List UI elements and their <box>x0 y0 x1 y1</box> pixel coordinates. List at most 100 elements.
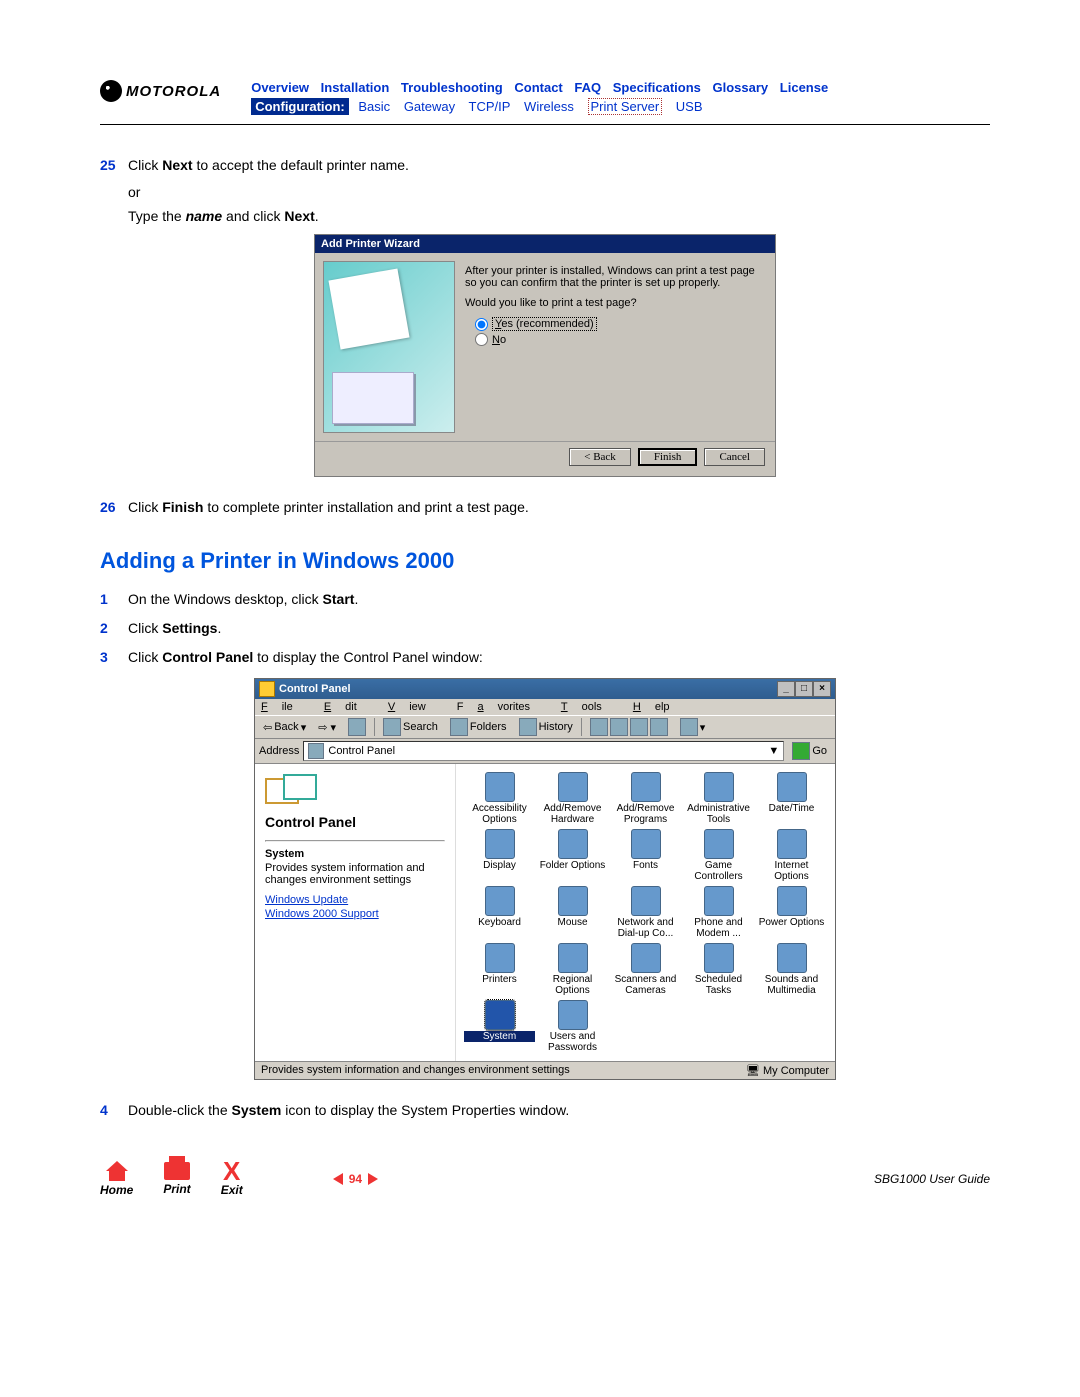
cp-item-date-time[interactable]: Date/Time <box>756 772 827 825</box>
cp-item-scanners-and-cameras[interactable]: Scanners and Cameras <box>610 943 681 996</box>
cp-item-icon <box>485 1000 515 1030</box>
cp-item-label: Display <box>464 860 535 871</box>
footer-exit[interactable]: X Exit <box>221 1161 243 1197</box>
cp-menubar: File Edit View Favorites Tools Help <box>255 699 835 715</box>
cp-item-mouse[interactable]: Mouse <box>537 886 608 939</box>
step-number: 2 <box>100 618 128 639</box>
text: Click <box>128 157 162 173</box>
cp-item-label: Accessibility Options <box>464 803 535 825</box>
tb-forward[interactable]: ⇨ ▾ <box>314 721 340 734</box>
cp-item-regional-options[interactable]: Regional Options <box>537 943 608 996</box>
tool-icon <box>630 718 648 736</box>
menu-favorites[interactable]: Favorites <box>457 701 544 713</box>
tool-icon <box>650 718 668 736</box>
nav-troubleshooting[interactable]: Troubleshooting <box>401 80 503 95</box>
tb-search[interactable]: Search <box>379 718 442 736</box>
cp-item-icon <box>777 943 807 973</box>
nav-tcpip[interactable]: TCP/IP <box>469 99 511 114</box>
cp-item-printers[interactable]: Printers <box>464 943 535 996</box>
radio-no[interactable] <box>475 333 488 346</box>
cp-item-fonts[interactable]: Fonts <box>610 829 681 882</box>
step-4: 4 Double-click the System icon to displa… <box>100 1100 990 1121</box>
go-button[interactable]: Go <box>788 742 831 760</box>
tb-views[interactable]: ▾ <box>676 718 710 736</box>
page-navigator: 94 <box>333 1172 378 1186</box>
cp-item-keyboard[interactable]: Keyboard <box>464 886 535 939</box>
print-icon <box>164 1162 190 1180</box>
footer-print[interactable]: Print <box>163 1162 190 1196</box>
wizard-titlebar: Add Printer Wizard <box>315 235 775 253</box>
cp-item-internet-options[interactable]: Internet Options <box>756 829 827 882</box>
section-heading: Adding a Printer in Windows 2000 <box>100 548 990 574</box>
steps-continued: 25 Click Next to accept the default prin… <box>100 155 990 224</box>
cp-item-icon <box>485 772 515 802</box>
cp-item-network-and-dial-up-co[interactable]: Network and Dial-up Co... <box>610 886 681 939</box>
minimize-button[interactable]: _ <box>777 681 795 697</box>
cp-item-users-and-passwords[interactable]: Users and Passwords <box>537 1000 608 1053</box>
address-field[interactable]: Control Panel ▼ <box>303 741 784 761</box>
views-icon <box>680 718 698 736</box>
guide-title: SBG1000 User Guide <box>874 1172 990 1186</box>
nav-installation[interactable]: Installation <box>321 80 390 95</box>
cp-item-sounds-and-multimedia[interactable]: Sounds and Multimedia <box>756 943 827 996</box>
menu-help[interactable]: Help <box>633 701 684 713</box>
back-button[interactable]: < Back <box>569 448 631 466</box>
cp-item-administrative-tools[interactable]: Administrative Tools <box>683 772 754 825</box>
tb-history[interactable]: History <box>515 718 577 736</box>
nav-gateway[interactable]: Gateway <box>404 99 455 114</box>
footer-home[interactable]: Home <box>100 1161 133 1197</box>
radio-yes[interactable] <box>475 318 488 331</box>
cp-side-icon <box>265 774 313 806</box>
cp-item-add-remove-programs[interactable]: Add/Remove Programs <box>610 772 681 825</box>
text: . <box>217 620 221 636</box>
nav-overview[interactable]: Overview <box>251 80 309 95</box>
cancel-button[interactable]: Cancel <box>704 448 765 466</box>
nav-faq[interactable]: FAQ <box>574 80 601 95</box>
nav-specifications[interactable]: Specifications <box>613 80 701 95</box>
tb-extra-icons[interactable] <box>586 718 672 736</box>
cp-item-game-controllers[interactable]: Game Controllers <box>683 829 754 882</box>
prev-page-icon[interactable] <box>333 1173 343 1185</box>
text: and click <box>222 208 284 224</box>
brand-name: MOTOROLA <box>126 83 221 100</box>
cp-item-icon <box>777 886 807 916</box>
finish-button[interactable]: Finish <box>638 448 698 466</box>
link-windows-update[interactable]: Windows Update <box>265 894 445 906</box>
cp-item-accessibility-options[interactable]: Accessibility Options <box>464 772 535 825</box>
nav-license[interactable]: License <box>780 80 828 95</box>
menu-file[interactable]: File <box>261 701 307 713</box>
wizard-illustration <box>323 261 455 433</box>
maximize-button[interactable]: □ <box>795 681 813 697</box>
page-footer: Home Print X Exit 94 SBG1000 User Guide <box>100 1161 990 1197</box>
cp-item-label: Scanners and Cameras <box>610 974 681 996</box>
option-yes[interactable]: Yes (recommended) <box>475 317 757 331</box>
option-no[interactable]: No <box>475 333 757 346</box>
menu-view[interactable]: View <box>388 701 440 713</box>
link-w2k-support[interactable]: Windows 2000 Support <box>265 908 445 920</box>
cp-item-phone-and-modem[interactable]: Phone and Modem ... <box>683 886 754 939</box>
address-label: Address <box>259 745 299 757</box>
menu-tools[interactable]: Tools <box>561 701 616 713</box>
nav-wireless[interactable]: Wireless <box>524 99 574 114</box>
tb-up[interactable] <box>344 718 370 736</box>
cp-item-add-remove-hardware[interactable]: Add/Remove Hardware <box>537 772 608 825</box>
cp-item-system[interactable]: System <box>464 1000 535 1053</box>
cp-item-folder-options[interactable]: Folder Options <box>537 829 608 882</box>
nav-print-server[interactable]: Print Server <box>588 98 663 115</box>
nav-glossary[interactable]: Glossary <box>713 80 769 95</box>
cp-item-icon <box>631 772 661 802</box>
cp-item-scheduled-tasks[interactable]: Scheduled Tasks <box>683 943 754 996</box>
tb-back[interactable]: ⇦ Back ▾ <box>259 721 310 734</box>
nav-configuration-label: Configuration: <box>251 98 349 115</box>
close-button[interactable]: × <box>813 681 831 697</box>
opt-yes-text: es (recommended) <box>501 318 593 330</box>
menu-edit[interactable]: Edit <box>324 701 371 713</box>
nav-basic[interactable]: Basic <box>358 99 390 114</box>
step-3: 3 Click Control Panel to display the Con… <box>100 647 990 668</box>
next-page-icon[interactable] <box>368 1173 378 1185</box>
cp-item-power-options[interactable]: Power Options <box>756 886 827 939</box>
nav-usb[interactable]: USB <box>676 99 703 114</box>
nav-contact[interactable]: Contact <box>514 80 562 95</box>
tb-folders[interactable]: Folders <box>446 718 511 736</box>
cp-item-display[interactable]: Display <box>464 829 535 882</box>
